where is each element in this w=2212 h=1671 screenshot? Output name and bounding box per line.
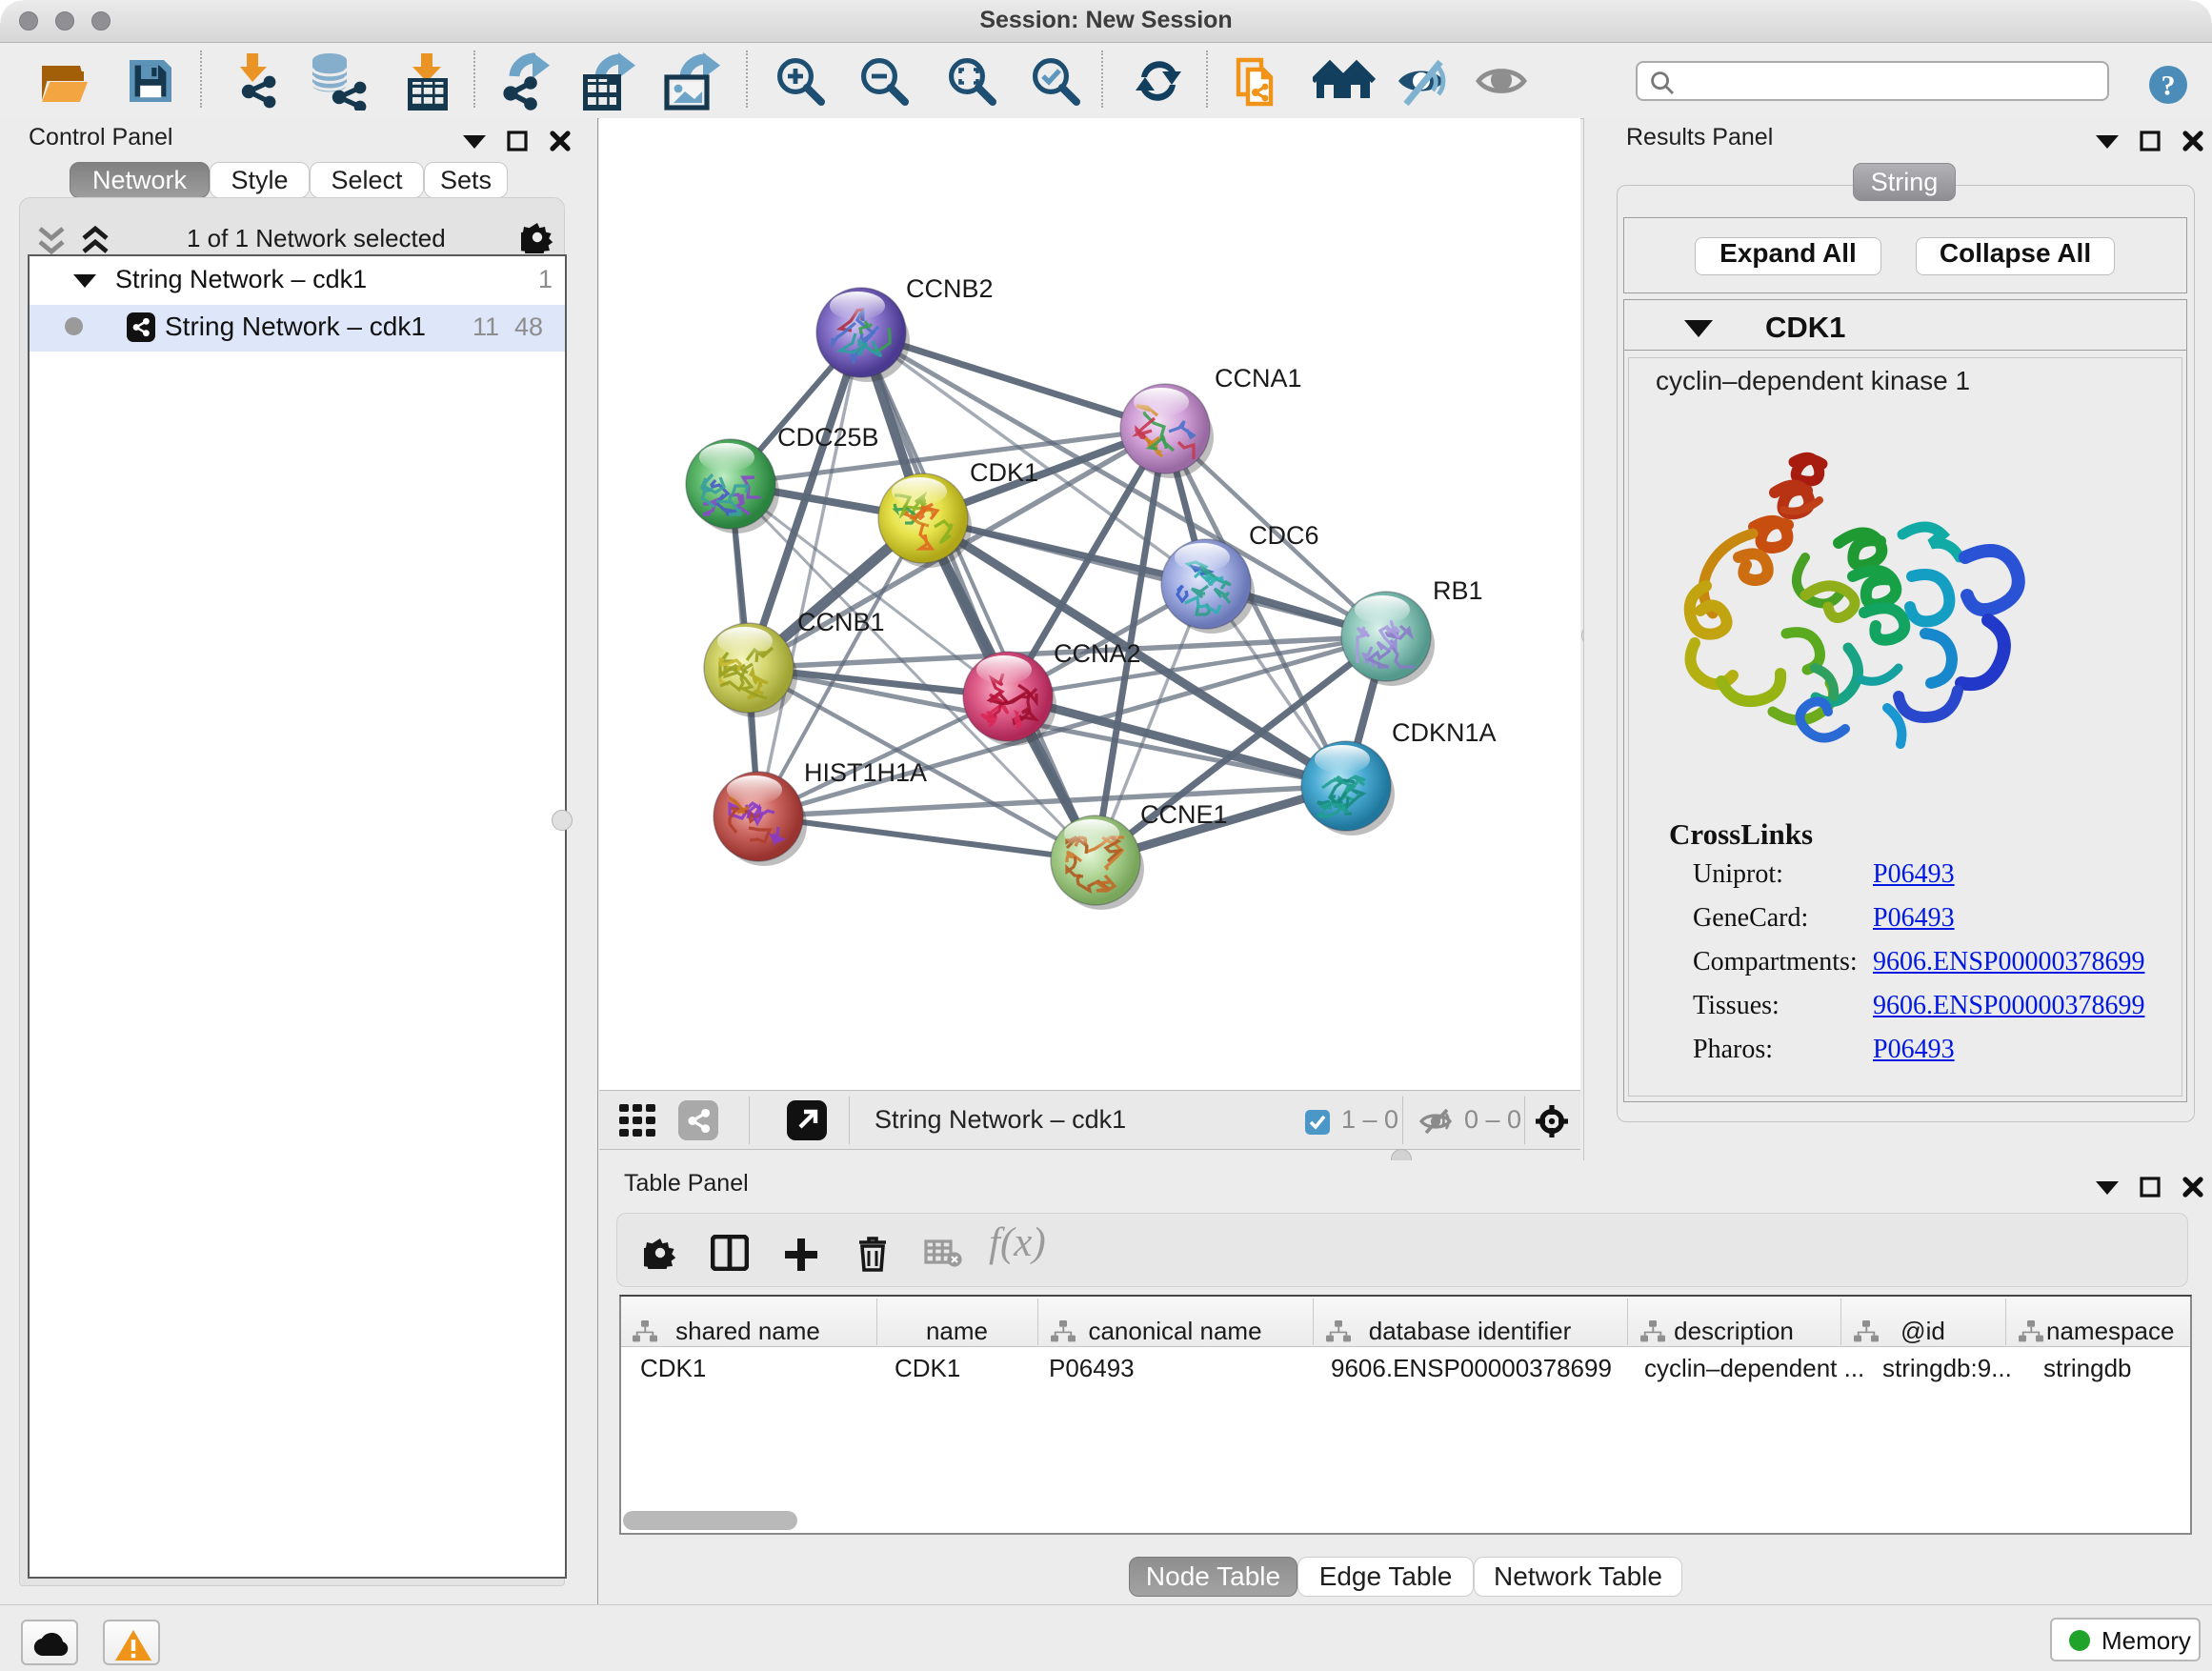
svg-text:CCNB2: CCNB2: [906, 274, 994, 303]
svg-text:CCNA2: CCNA2: [1054, 639, 1141, 668]
svg-text:CDC25B: CDC25B: [777, 423, 879, 452]
svg-text:CCNA1: CCNA1: [1215, 364, 1302, 393]
svg-text:?: ?: [2162, 70, 2176, 102]
svg-text:CDKN1A: CDKN1A: [1392, 718, 1497, 747]
svg-text:CCNB1: CCNB1: [797, 608, 885, 636]
svg-text:RB1: RB1: [1433, 576, 1483, 605]
svg-text:CDK1: CDK1: [970, 458, 1038, 487]
svg-text:CDC6: CDC6: [1249, 521, 1319, 550]
svg-text:CCNE1: CCNE1: [1140, 800, 1228, 829]
svg-text:HIST1H1A: HIST1H1A: [804, 758, 927, 787]
